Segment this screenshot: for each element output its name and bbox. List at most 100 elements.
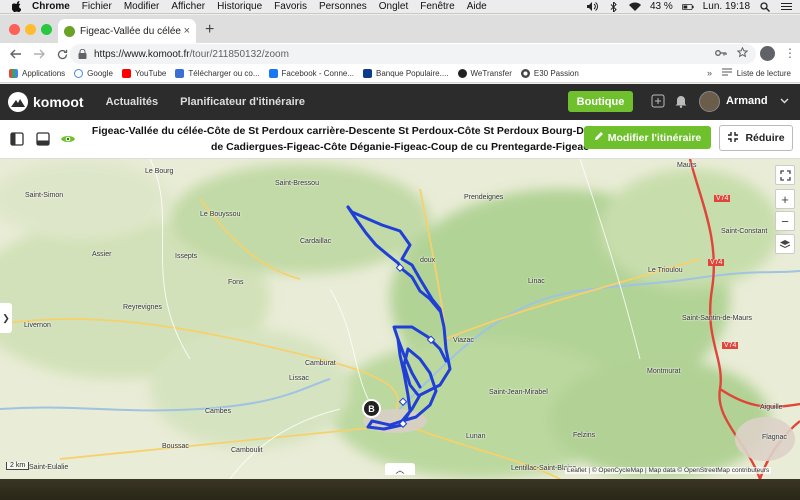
zoom-out-button[interactable]: − <box>775 211 795 231</box>
speaker-icon[interactable] <box>587 2 599 12</box>
reading-list-button[interactable]: Liste de lecture <box>721 68 791 78</box>
map-layers-icon[interactable] <box>775 234 795 254</box>
edit-itinerary-button[interactable]: Modifier l'itinéraire <box>584 126 711 149</box>
user-menu-chevron-icon[interactable] <box>776 93 792 109</box>
window-minimize-button[interactable] <box>25 24 36 35</box>
back-arrow-icon[interactable] <box>9 47 23 61</box>
lock-icon[interactable] <box>78 48 87 59</box>
komoot-logo[interactable]: komoot <box>8 92 84 112</box>
pencil-icon <box>594 131 604 144</box>
place-label: Le Trioulou <box>648 267 683 274</box>
bookmark-google[interactable]: Google <box>74 69 113 78</box>
bookmarks-bar: Applications Google YouTube Télécharger … <box>0 65 800 83</box>
sidebar-toggle-icon[interactable] <box>10 132 24 146</box>
window-close-button[interactable] <box>9 24 20 35</box>
boutique-button[interactable]: Boutique <box>568 91 633 112</box>
bottom-panel-toggle-icon[interactable] <box>36 132 50 146</box>
road-shield-v74: V74 <box>714 195 731 202</box>
menu-personnes[interactable]: Personnes <box>319 1 367 12</box>
bluetooth-icon[interactable] <box>608 1 620 12</box>
chrome-menu-icon[interactable]: ⋮ <box>784 46 796 60</box>
place-label: Saint-Santin-de-Maurs <box>682 315 753 322</box>
bookmark-telecharger[interactable]: Télécharger ou co... <box>175 69 260 78</box>
map-scale: 2 km <box>6 462 30 470</box>
bookmark-banque-populaire[interactable]: Banque Populaire.... <box>363 69 449 78</box>
place-label: Camboulit <box>231 447 263 454</box>
bookmark-e30-passion[interactable]: E30 Passion <box>520 69 579 78</box>
profile-avatar-icon[interactable] <box>760 46 775 61</box>
google-icon <box>74 69 84 78</box>
menu-afficher[interactable]: Afficher <box>171 1 205 12</box>
window-zoom-button[interactable] <box>41 24 52 35</box>
place-label: Reyrevignes <box>123 304 162 311</box>
menu-onglet[interactable]: Onglet <box>379 1 408 12</box>
place-label: Saint-Jean-Mirabel <box>489 389 548 396</box>
apple-icon[interactable] <box>10 1 22 13</box>
nav-actualites[interactable]: Actualités <box>106 96 159 108</box>
bookmark-wetransfer[interactable]: WeTransfer <box>457 69 512 78</box>
new-tab-button[interactable]: + <box>205 21 214 39</box>
create-tour-icon[interactable] <box>650 93 666 109</box>
battery-icon[interactable] <box>681 2 694 12</box>
place-label: Cambes <box>205 408 232 415</box>
notification-bell-icon[interactable] <box>673 93 689 109</box>
download-icon <box>175 69 185 78</box>
route-end-marker-b[interactable]: B <box>362 399 381 418</box>
bookmark-applications[interactable]: Applications <box>9 69 65 78</box>
reduce-button[interactable]: Réduire <box>719 125 793 151</box>
browser-toolbar: https://www.komoot.fr/tour/211850132/zoo… <box>0 43 800 65</box>
collapse-arrows-icon <box>727 131 739 146</box>
bookmark-label: Télécharger ou co... <box>188 69 260 78</box>
menu-app-chrome[interactable]: Chrome <box>32 1 70 12</box>
visibility-eye-icon[interactable] <box>60 132 76 146</box>
tab-title: Figeac-Vallée du célée-Côte d <box>80 25 181 37</box>
reduce-label: Réduire <box>745 132 785 144</box>
menu-favoris[interactable]: Favoris <box>274 1 307 12</box>
spotlight-search-icon[interactable] <box>759 1 771 12</box>
place-label: Camburat <box>305 360 336 367</box>
address-bar[interactable]: https://www.komoot.fr/tour/211850132/zoo… <box>70 44 756 64</box>
menu-modifier[interactable]: Modifier <box>124 1 160 12</box>
bookmarks-overflow-button[interactable]: » <box>707 68 712 78</box>
road-shield-v74: V74 <box>708 259 725 266</box>
place-label: Flagnac <box>762 434 787 441</box>
map-view[interactable]: Le Bourg Saint-Bressou Saint-Simon Le Bo… <box>0 159 800 479</box>
expand-bottom-panel-chevron-icon[interactable]: ︿ <box>385 463 415 475</box>
menu-fenetre[interactable]: Fenêtre <box>420 1 454 12</box>
place-label: Linac <box>528 278 545 285</box>
bookmark-label: E30 Passion <box>533 69 579 78</box>
place-label: Livernon <box>24 322 51 329</box>
expand-sidebar-chevron-icon[interactable]: ❯ <box>0 303 12 333</box>
user-name[interactable]: Armand <box>726 95 768 107</box>
wifi-icon[interactable] <box>628 2 641 12</box>
menu-fichier[interactable]: Fichier <box>82 1 112 12</box>
bookmark-youtube[interactable]: YouTube <box>121 69 166 78</box>
place-label: Saint-Simon <box>25 192 64 199</box>
desktop-dock-strip <box>0 479 800 500</box>
menu-aide[interactable]: Aide <box>467 1 487 12</box>
key-icon[interactable] <box>715 49 727 60</box>
place-label: Le Bourg <box>145 168 174 175</box>
forward-arrow-icon[interactable] <box>32 47 46 61</box>
browser-tab-komoot[interactable]: Figeac-Vallée du célée-Côte d × <box>58 19 196 43</box>
komoot-logo-icon <box>8 92 28 112</box>
place-label: Saint-Eulalie <box>29 464 69 471</box>
place-label: Boussac <box>162 443 189 450</box>
facebook-icon <box>268 69 278 78</box>
place-label: Maurs <box>677 162 697 169</box>
nav-planificateur[interactable]: Planificateur d'itinéraire <box>180 96 305 108</box>
tab-close-icon[interactable]: × <box>184 25 190 37</box>
zoom-in-button[interactable]: + <box>775 189 795 209</box>
place-label: Lissac <box>289 375 309 382</box>
reading-list-label: Liste de lecture <box>736 68 791 78</box>
reload-icon[interactable] <box>55 47 69 61</box>
bookmark-facebook[interactable]: Facebook - Conne... <box>268 69 354 78</box>
fullscreen-icon[interactable] <box>775 165 795 185</box>
user-avatar[interactable] <box>699 91 720 112</box>
control-center-icon[interactable] <box>780 2 792 12</box>
star-bookmark-icon[interactable] <box>736 46 749 61</box>
map-attribution[interactable]: Leaflet | © OpenCycleMap | Map data © Op… <box>565 467 772 474</box>
place-label: Felzins <box>573 432 596 439</box>
place-label: Lunan <box>466 433 486 440</box>
menu-historique[interactable]: Historique <box>217 1 262 12</box>
